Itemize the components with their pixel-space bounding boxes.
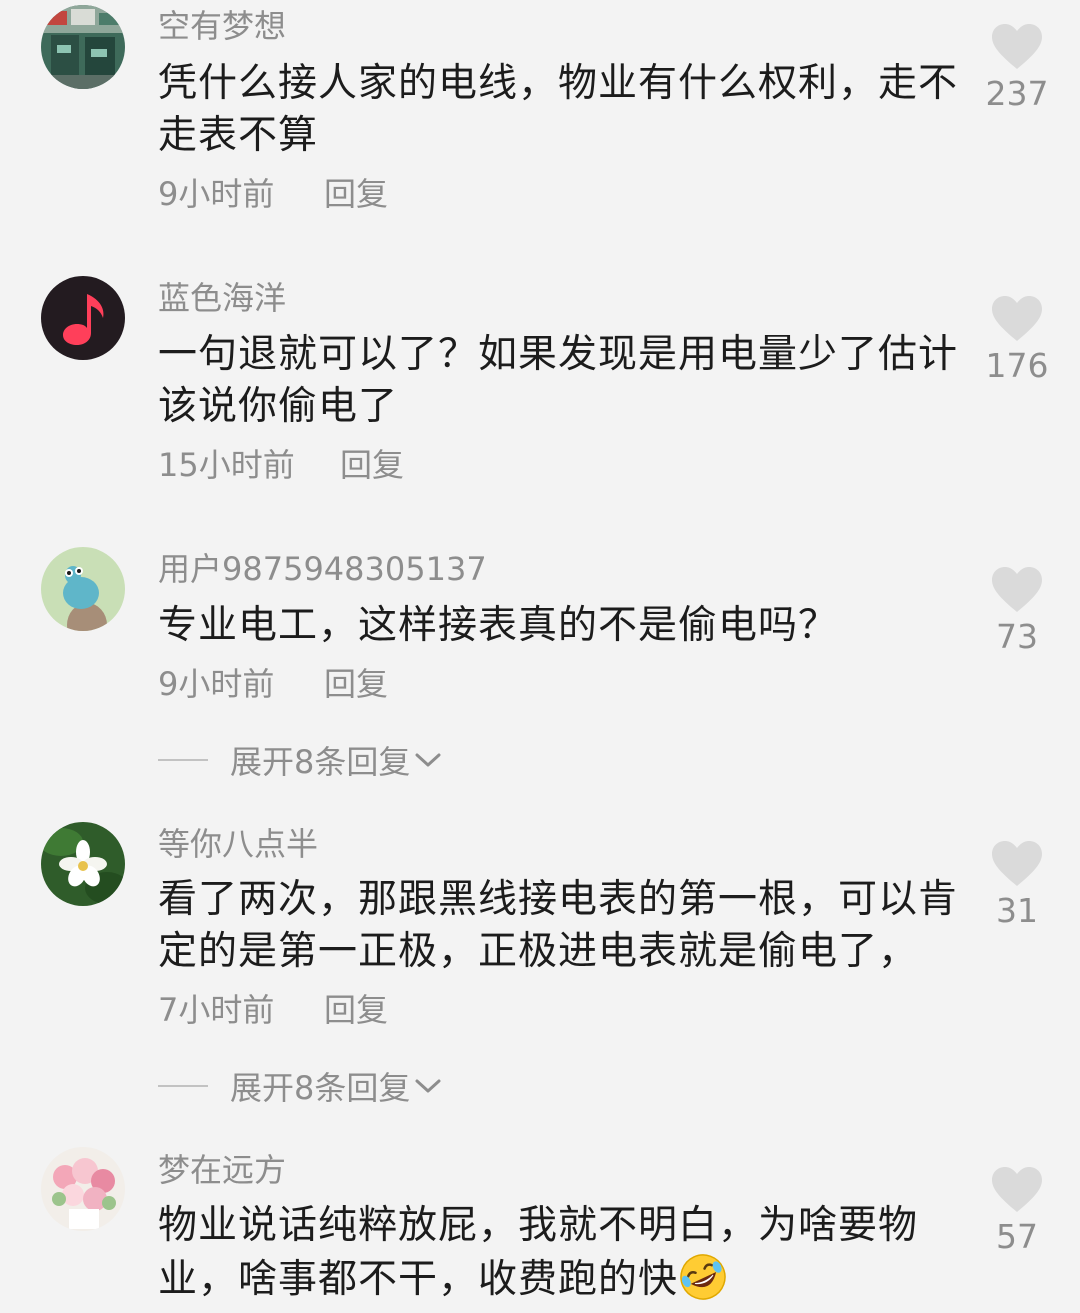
comment-text-content: 物业说话纯粹放屁，我就不明白，为啥要物业，啥事都不干，收费跑的快	[158, 1203, 919, 1302]
heart-icon	[992, 1167, 1042, 1212]
heart-icon	[992, 841, 1042, 886]
avatar[interactable]	[41, 547, 125, 631]
expand-replies-button[interactable]: 展开8条回复	[158, 1066, 442, 1107]
like-button[interactable]: 57	[978, 1167, 1056, 1257]
like-count: 31	[996, 891, 1038, 930]
comment-time: 7小时前	[158, 991, 275, 1029]
shop-photo-avatar-image	[41, 5, 125, 89]
rolling-on-floor-laughing-emoji-icon	[680, 1254, 726, 1300]
comment-meta: 9小时前 回复	[158, 174, 388, 214]
avatar[interactable]	[41, 822, 125, 906]
expand-replies-label: 展开8条回复	[230, 1069, 411, 1107]
avatar[interactable]	[41, 5, 125, 89]
comment-meta: 15小时前 回复	[158, 445, 404, 485]
heart-icon	[992, 24, 1042, 69]
music-note-avatar-image	[41, 276, 125, 360]
username[interactable]: 用户9875948305137	[158, 549, 487, 589]
expand-replies-button[interactable]: 展开8条回复	[158, 740, 442, 781]
reply-button[interactable]: 回复	[324, 174, 388, 214]
chevron-down-icon	[415, 753, 441, 767]
avatar[interactable]	[41, 1147, 125, 1231]
comment-text: 凭什么接人家的电线，物业有什么权利，走不走表不算	[158, 61, 959, 158]
like-count: 176	[985, 346, 1049, 385]
white-flower-avatar-image	[41, 822, 125, 906]
like-button[interactable]: 237	[978, 24, 1056, 114]
username[interactable]: 空有梦想	[158, 6, 286, 46]
username[interactable]: 等你八点半	[158, 824, 318, 864]
username[interactable]: 蓝色海洋	[158, 278, 286, 318]
comment-meta: 9小时前 回复	[158, 664, 388, 704]
like-count: 57	[996, 1217, 1038, 1256]
comment-time: 9小时前	[158, 665, 275, 703]
divider-line	[158, 759, 208, 761]
like-count: 73	[996, 617, 1038, 656]
comment-time: 15小时前	[158, 446, 295, 484]
comment-time: 9小时前	[158, 175, 275, 213]
reply-button[interactable]: 回复	[340, 445, 404, 485]
expand-replies-label: 展开8条回复	[230, 743, 411, 781]
username[interactable]: 梦在远方	[158, 1150, 286, 1190]
reply-button[interactable]: 回复	[324, 664, 388, 704]
like-count: 237	[985, 74, 1049, 113]
comment-text: 看了两次，那跟黑线接电表的第一根，可以肯定的是第一正极，正极进电表就是偷电了，	[158, 877, 959, 974]
cartoon-creature-avatar-image	[41, 547, 125, 631]
like-button[interactable]: 176	[978, 296, 1056, 386]
like-button[interactable]: 31	[978, 841, 1056, 931]
comment-meta: 7小时前 回复	[158, 990, 388, 1030]
reply-button[interactable]: 回复	[324, 990, 388, 1030]
comment-text: 专业电工，这样接表真的不是偷电吗？	[158, 603, 839, 648]
comment-text: 物业说话纯粹放屁，我就不明白，为啥要物业，啥事都不干，收费跑的快	[158, 1200, 958, 1306]
comment-text: 一句退就可以了？如果发现是用电量少了估计该说你偷电了	[158, 332, 959, 429]
divider-line	[158, 1085, 208, 1087]
heart-icon	[992, 567, 1042, 612]
like-button[interactable]: 73	[978, 567, 1056, 657]
flower-bouquet-avatar-image	[41, 1147, 125, 1231]
avatar[interactable]	[41, 276, 125, 360]
heart-icon	[992, 296, 1042, 341]
chevron-down-icon	[415, 1079, 441, 1093]
